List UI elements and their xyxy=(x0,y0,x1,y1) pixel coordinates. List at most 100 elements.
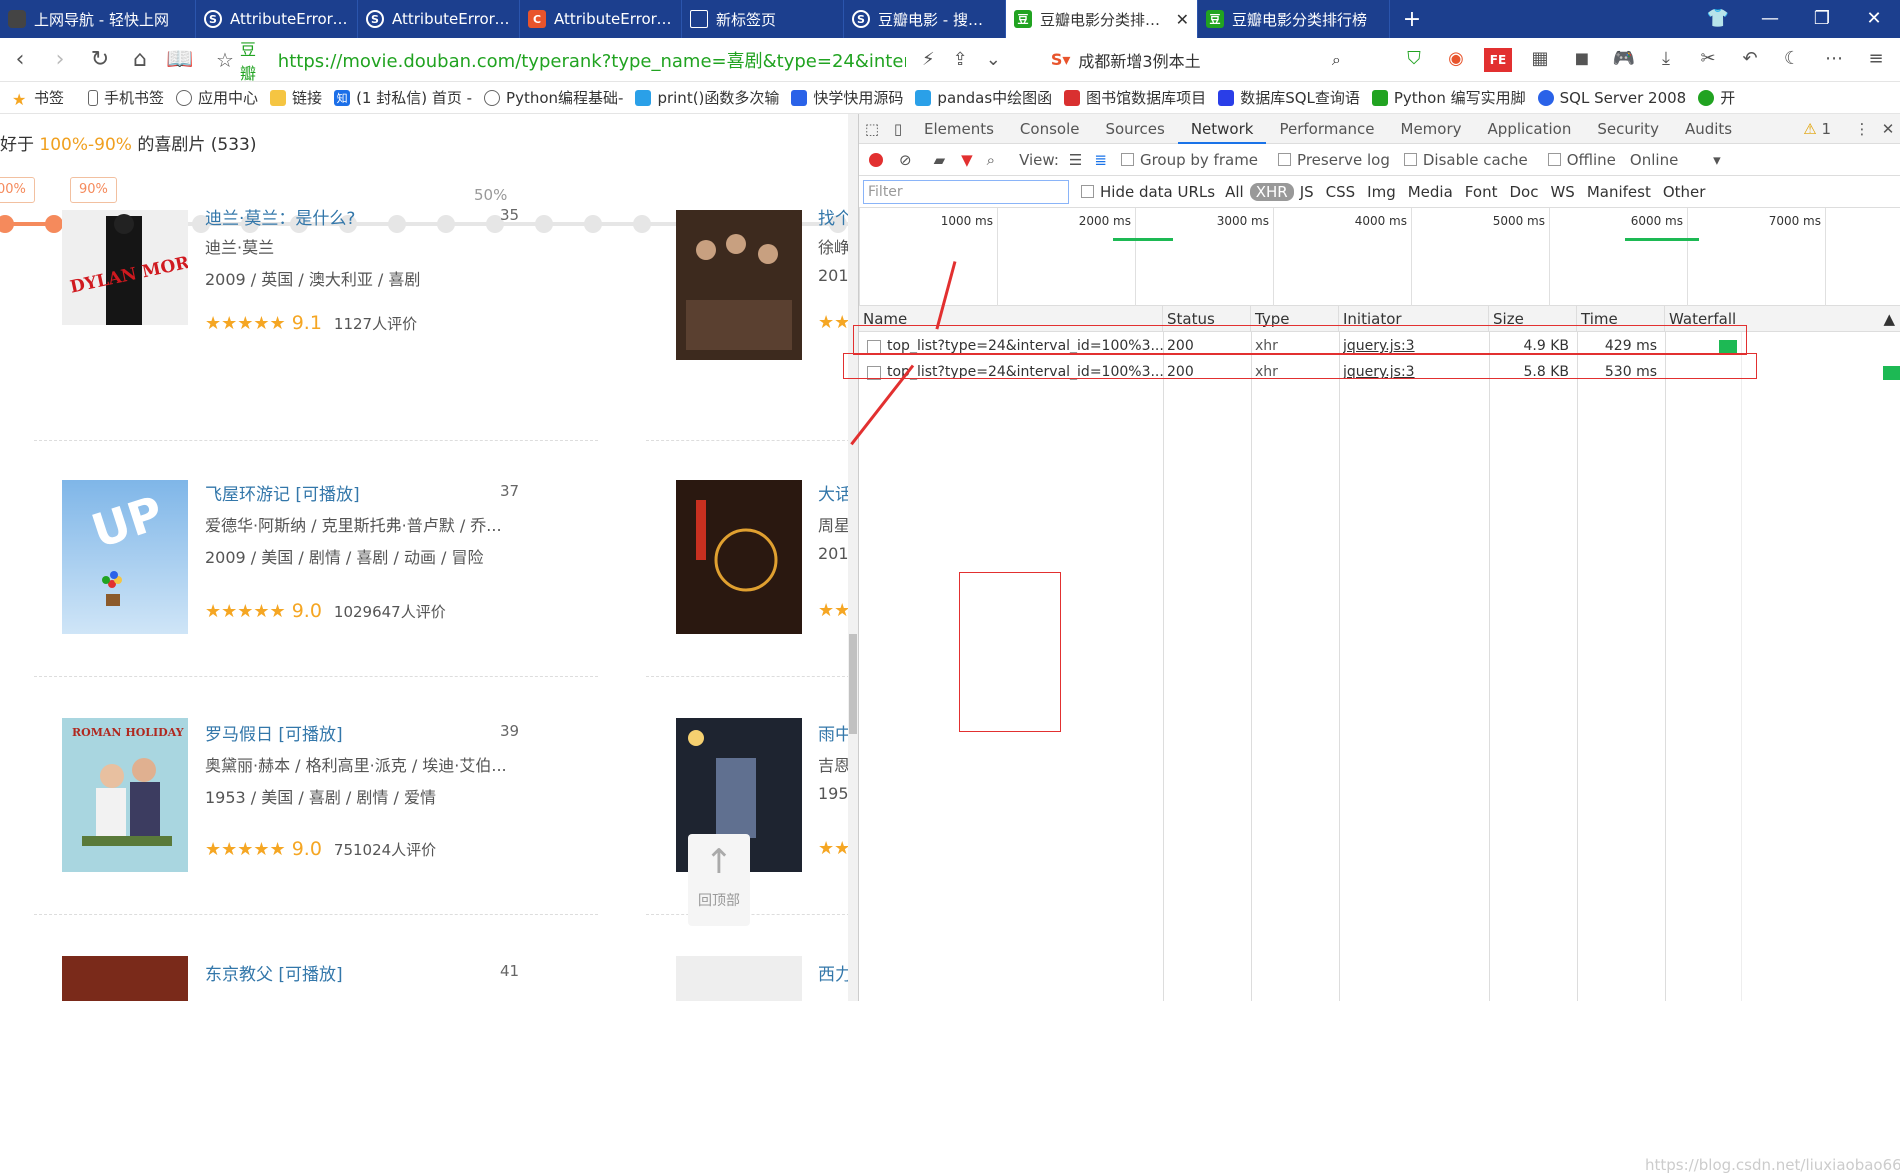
filter-type-all[interactable]: All xyxy=(1219,183,1250,201)
filter-type-manifest[interactable]: Manifest xyxy=(1581,183,1657,201)
bookmark-item[interactable]: Python编程基础- xyxy=(484,87,623,108)
filter-input[interactable]: Filter xyxy=(863,179,1069,204)
tab-4[interactable]: 新标签页 xyxy=(682,0,844,38)
filter-type-doc[interactable]: Doc xyxy=(1503,183,1544,201)
tab-sources[interactable]: Sources xyxy=(1092,114,1177,144)
gamepad-icon[interactable]: 🎮 xyxy=(1610,48,1638,72)
bookmark-item[interactable]: 图书馆数据库项目 xyxy=(1064,87,1206,108)
bookmark-item[interactable]: ★ 书签 xyxy=(12,87,64,109)
preserve-log-checkbox[interactable] xyxy=(1278,153,1292,166)
filter-type-ws[interactable]: WS xyxy=(1544,183,1580,201)
chevron-down-icon[interactable]: ⌄ xyxy=(986,49,1001,70)
movie-poster[interactable] xyxy=(676,480,802,634)
menu-icon[interactable]: ≡ xyxy=(1862,48,1890,72)
bookmark-item[interactable]: 手机书签 xyxy=(88,87,164,108)
restore-icon[interactable]: ❐ xyxy=(1796,0,1848,38)
tab-network[interactable]: Network xyxy=(1177,114,1267,144)
bookmark-item[interactable]: 数据库SQL查询语 xyxy=(1218,87,1360,108)
movie-title-link[interactable]: 飞屋环游记 [可播放] xyxy=(205,480,360,505)
scissors-icon[interactable]: ✂ xyxy=(1694,48,1722,72)
movie-title-link[interactable]: 找个 xyxy=(818,204,852,229)
undo-icon[interactable]: ↶ xyxy=(1736,48,1764,72)
movie-title-link[interactable]: 迪兰·莫兰：是什么? xyxy=(205,204,355,229)
tab-7[interactable]: 豆豆瓣电影分类排行榜 xyxy=(1198,0,1390,38)
movie-poster[interactable] xyxy=(62,956,188,1001)
moon-icon[interactable]: ☾ xyxy=(1778,48,1806,72)
tab-5[interactable]: S 豆瓣电影 - 搜狗搜索 xyxy=(844,0,1006,38)
filter-type-img[interactable]: Img xyxy=(1361,183,1402,201)
movie-poster[interactable] xyxy=(676,210,802,360)
search-icon[interactable]: ⌕ xyxy=(1332,50,1341,70)
range-slider-dot[interactable] xyxy=(388,215,406,233)
close-window-icon[interactable]: ✕ xyxy=(1848,0,1900,38)
download-icon[interactable]: ⤓ xyxy=(1652,48,1680,72)
bookmark-item[interactable]: 知 (1 封私信) 首页 - xyxy=(334,87,472,108)
clear-icon[interactable]: ⊘ xyxy=(899,151,912,169)
close-icon[interactable]: ✕ xyxy=(1875,120,1900,138)
filter-type-font[interactable]: Font xyxy=(1459,183,1504,201)
filter-type-media[interactable]: Media xyxy=(1402,183,1459,201)
camera-icon[interactable]: ▰ xyxy=(934,151,946,169)
chrome-icon[interactable]: ◉ xyxy=(1442,48,1470,72)
reload-icon[interactable]: ↻ xyxy=(80,47,120,72)
movie-poster[interactable] xyxy=(676,956,802,1001)
movie-title-link[interactable]: 东京教父 [可播放] xyxy=(205,960,343,985)
more-vert-icon[interactable]: ⋮ xyxy=(1849,120,1875,138)
bookmark-item[interactable]: Python 编写实用脚 xyxy=(1371,87,1526,108)
tab-security[interactable]: Security xyxy=(1584,114,1672,144)
filter-type-js[interactable]: JS xyxy=(1294,183,1320,201)
tab-1[interactable]: S AttributeError: mod xyxy=(196,0,358,38)
hide-data-urls-checkbox[interactable] xyxy=(1081,185,1094,198)
range-slider-dot[interactable] xyxy=(0,215,14,233)
tab-memory[interactable]: Memory xyxy=(1388,114,1475,144)
range-slider-dot[interactable] xyxy=(437,215,455,233)
bookmark-item[interactable]: 开 xyxy=(1698,87,1735,108)
filter-icon[interactable]: ▼ xyxy=(961,151,973,169)
flag-icon[interactable]: ▦ xyxy=(1526,48,1554,72)
range-slider-dot[interactable] xyxy=(584,215,602,233)
filter-type-xhr[interactable]: XHR xyxy=(1249,182,1294,201)
url-field[interactable]: ☆ 豆瓣 https://movie.douban.com/typerank?t… xyxy=(216,36,906,84)
offline-checkbox[interactable] xyxy=(1547,153,1561,166)
tab-2[interactable]: S AttributeError: mod xyxy=(358,0,520,38)
range-slider-dot[interactable] xyxy=(633,215,651,233)
tab-audits[interactable]: Audits xyxy=(1672,114,1745,144)
tab-6[interactable]: 豆豆瓣电影分类排行榜 ✕ xyxy=(1006,0,1198,38)
movie-title-link[interactable]: 大话 xyxy=(818,480,852,505)
bookmark-item[interactable]: 应用中心 xyxy=(176,87,258,108)
close-icon[interactable]: ✕ xyxy=(1176,10,1189,29)
waterfall-view-icon[interactable]: ≣ xyxy=(1094,151,1107,169)
tab-elements[interactable]: Elements xyxy=(911,114,1007,144)
home-icon[interactable]: ⌂ xyxy=(120,47,160,72)
bookmark-item[interactable]: pandas中绘图函 xyxy=(915,87,1052,108)
movie-poster[interactable]: ROMAN HOLIDAY xyxy=(62,718,188,872)
network-timeline[interactable]: 1000 ms 2000 ms 3000 ms 4000 ms 5000 ms … xyxy=(859,208,1900,306)
shirt-icon[interactable]: 👕 xyxy=(1692,0,1744,38)
warning-icon[interactable]: ⚠ 1 xyxy=(1803,120,1831,138)
tab-0[interactable]: 上网导航 - 轻快上网 xyxy=(0,0,196,38)
movie-title-link[interactable]: 雨中 xyxy=(818,720,852,745)
minimize-icon[interactable]: — xyxy=(1744,0,1796,38)
tab-console[interactable]: Console xyxy=(1007,114,1093,144)
scrollbar-thumb[interactable] xyxy=(849,634,857,734)
movie-title-link[interactable]: 罗马假日 [可播放] xyxy=(205,720,343,745)
tab-application[interactable]: Application xyxy=(1475,114,1585,144)
inspect-icon[interactable]: ⬚ xyxy=(859,120,885,138)
share-icon[interactable]: ⇪ xyxy=(953,49,968,70)
device-icon[interactable]: ▯ xyxy=(885,120,911,138)
back-to-top-button[interactable]: ↑ 回顶部 xyxy=(688,834,750,926)
record-icon[interactable] xyxy=(869,152,883,167)
forward-icon[interactable]: › xyxy=(40,47,80,72)
reader-icon[interactable]: 📖 xyxy=(160,47,200,72)
throttle-select[interactable]: Online ▾ xyxy=(1630,151,1721,169)
search-field[interactable]: S▾ 成都新增3例本土 ⌕ xyxy=(1051,48,1341,72)
range-slider-dot[interactable] xyxy=(535,215,553,233)
movie-poster[interactable]: DYLAN MORAN xyxy=(62,210,188,325)
group-by-frame-checkbox[interactable] xyxy=(1120,153,1134,166)
camera-icon[interactable]: ◼ xyxy=(1568,48,1596,72)
bookmark-item[interactable]: print()函数多次输 xyxy=(635,87,779,108)
bookmark-item[interactable]: 链接 xyxy=(270,87,322,108)
filter-type-other[interactable]: Other xyxy=(1657,183,1712,201)
more-icon[interactable]: ⋯ xyxy=(1820,48,1848,72)
search-icon[interactable]: ⌕ xyxy=(987,151,995,169)
